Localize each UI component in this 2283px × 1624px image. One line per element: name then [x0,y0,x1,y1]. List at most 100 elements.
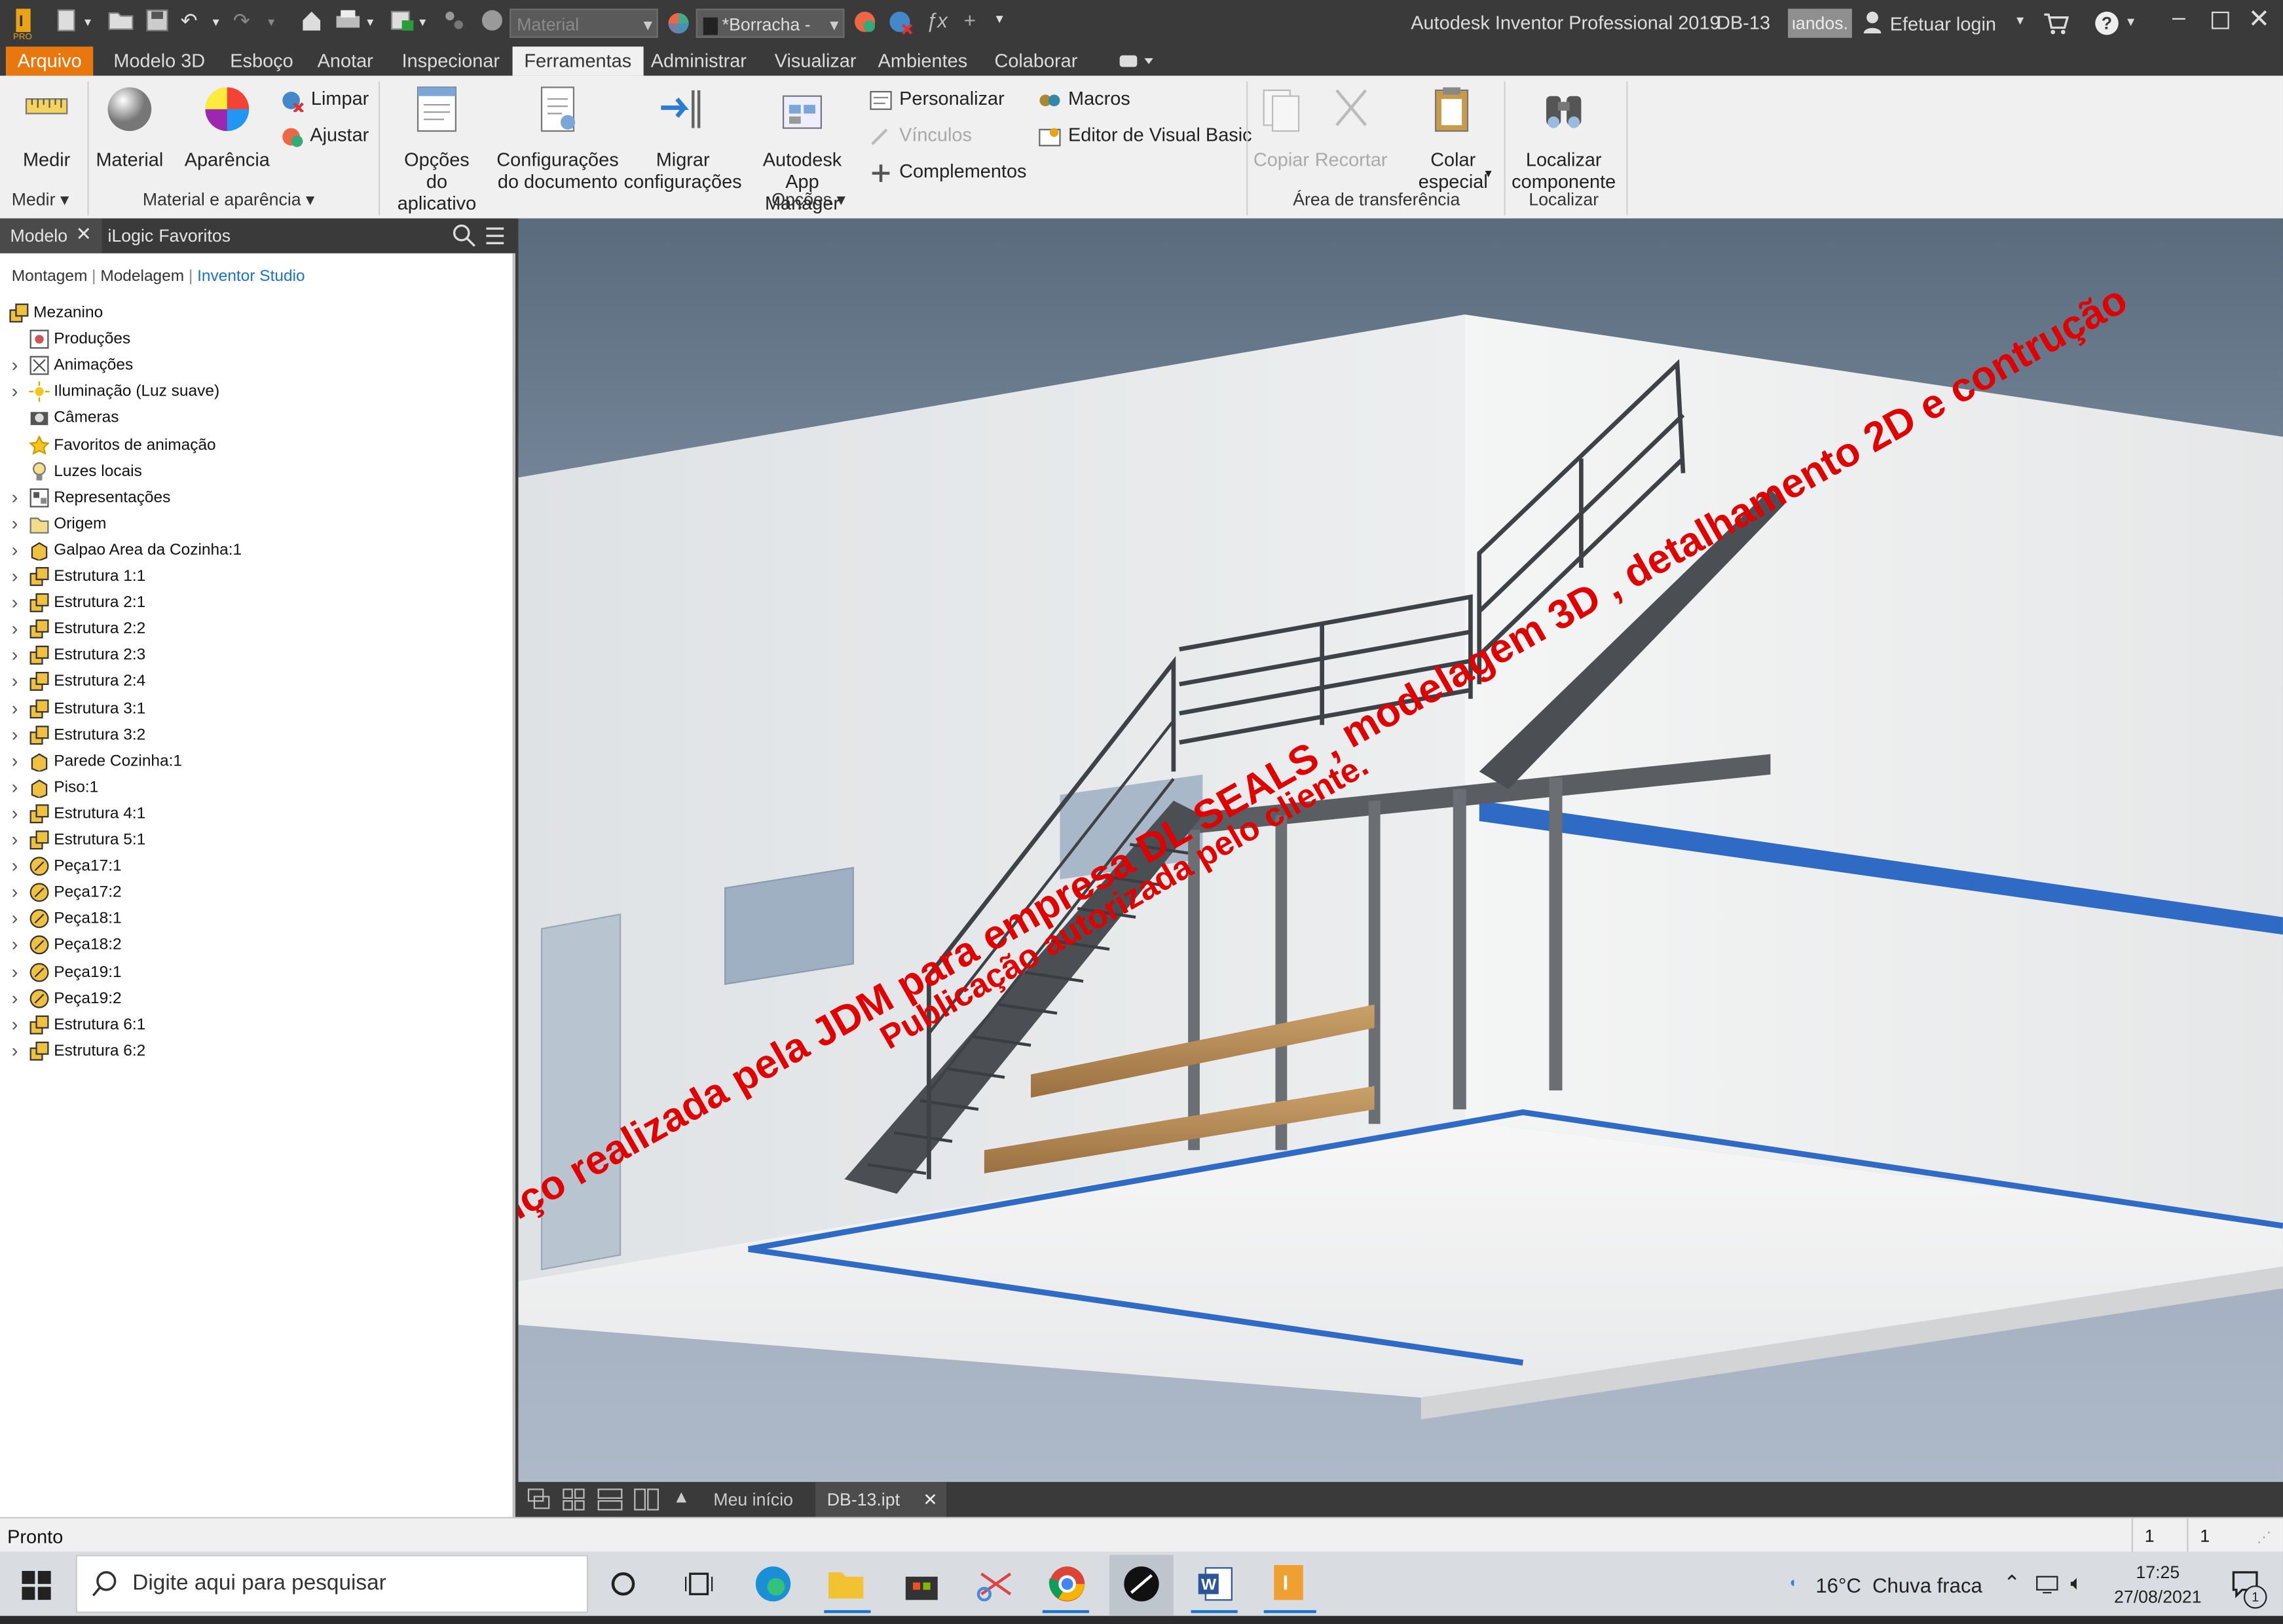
maximize-icon[interactable] [2212,11,2229,29]
browser-node[interactable]: › Estrutura 2:4 [0,669,495,695]
browser-node[interactable]: › Parede Cozinha:1 [0,748,495,774]
browser-node[interactable]: › Peça17:1 [0,853,495,879]
filter-modelagem[interactable]: Modelagem [100,268,184,286]
tile-icon[interactable] [562,1488,585,1519]
browser-node[interactable]: › Estrutura 6:1 [0,1011,495,1037]
windows-start-icon[interactable] [22,1570,51,1608]
expand-arrow-icon[interactable]: › [12,959,18,985]
expand-arrow-icon[interactable]: › [12,774,18,800]
tab-inspecionar[interactable]: Inspecionar [390,46,511,75]
browser-node[interactable]: › Animações [0,352,495,378]
browser-node[interactable]: › Peça18:2 [0,932,495,959]
file-explorer-icon[interactable] [827,1566,865,1608]
expand-arrow-icon[interactable]: › [12,695,18,722]
browser-node[interactable]: › Estrutura 2:1 [0,590,495,616]
help-icon[interactable]: ? [2095,11,2119,35]
browser-node[interactable]: Câmeras [0,405,495,432]
volume-icon[interactable]: 🔈︎ [2070,1571,2083,1596]
chevron-down-icon[interactable]: ▾ [367,14,373,30]
task-view-icon[interactable] [684,1571,713,1604]
clock-time[interactable]: 17:25 [2114,1562,2201,1582]
browser-node[interactable]: › Piso:1 [0,774,495,800]
close-icon[interactable]: ✕ [923,1482,937,1517]
close-icon[interactable]: ✕ [2248,5,2271,35]
links-button[interactable]: Vínculos [868,121,972,150]
cut-button[interactable]: Recortar [1313,84,1389,170]
browser-node[interactable]: Mezanino [0,300,495,326]
cart-icon[interactable] [2043,12,2070,39]
expand-arrow-icon[interactable]: › [12,722,18,748]
tab-administrar[interactable]: Administrar [639,46,758,75]
vector-app-icon[interactable] [1121,1565,1162,1610]
store-icon[interactable] [902,1565,940,1610]
search-help-input[interactable]: ιandos. [1788,9,1852,38]
browser-node[interactable]: › Peça19:1 [0,959,495,985]
cortana-icon[interactable] [611,1572,635,1596]
expand-arrow-icon[interactable]: › [12,537,18,563]
copy-button[interactable]: Copiar [1252,84,1310,170]
plus-icon[interactable]: + [964,9,976,32]
measure-group-label[interactable]: Medir ▾ [12,189,69,210]
paste-special-button[interactable]: Colar especial ▾ [1413,84,1494,192]
adjust-appearance-icon[interactable] [853,10,880,41]
macros-button[interactable]: Macros [1037,84,1130,113]
expand-arrow-icon[interactable]: › [12,485,18,511]
weather-text[interactable]: Chuva fraca [1872,1574,1982,1597]
tab-ambientes[interactable]: Ambientes [866,46,979,75]
chrome-icon[interactable] [1049,1565,1086,1610]
function-icon[interactable]: ƒx [926,9,948,32]
application-options-button[interactable]: Opções do aplicativo [384,84,489,214]
cascade-icon[interactable] [527,1488,551,1519]
weather-icon[interactable]: ◖ [1788,1576,1796,1591]
tile-horizontal-icon[interactable] [597,1488,623,1519]
hamburger-menu-icon[interactable] [485,226,505,251]
material-group-label[interactable]: Material e aparência ▾ [143,189,315,210]
chevron-down-icon[interactable]: ▾ [268,14,274,30]
chevron-down-icon[interactable]: ▾ [2016,13,2024,29]
expand-arrow-icon[interactable]: › [12,379,18,405]
graphics-viewport[interactable]: Prestação de Serviço realizada pela JDM … [518,218,2283,1483]
expand-arrow-icon[interactable]: › [12,906,18,932]
expand-arrow-icon[interactable]: › [12,642,18,669]
taskbar-search-input[interactable]: Digite aqui para pesquisar [75,1555,589,1614]
select-icon[interactable] [390,9,417,36]
minimize-icon[interactable]: – [2172,6,2185,32]
tab-arquivo[interactable]: Arquivo [5,46,94,76]
browser-node[interactable]: › Iluminação (Luz suave) [0,379,495,405]
browser-node[interactable]: › Estrutura 3:2 [0,722,495,748]
globe-icon[interactable] [481,9,504,36]
chevron-down-icon[interactable]: ▾ [419,14,426,30]
temperature[interactable]: 16°C [1815,1574,1861,1597]
browser-node[interactable]: › Galpao Area da Cozinha:1 [0,537,495,563]
expand-arrow-icon[interactable]: › [12,352,18,378]
browser-node[interactable]: › Estrutura 3:1 [0,695,495,722]
browser-node[interactable]: › Estrutura 6:2 [0,1038,495,1064]
resize-grip-icon[interactable]: ⋰ [2257,1530,2271,1546]
expand-arrow-icon[interactable]: › [12,616,18,642]
addins-button[interactable]: Complementos [868,157,1026,186]
login-link[interactable]: Efetuar login [1890,13,1996,35]
expand-arrow-icon[interactable]: › [12,1038,18,1064]
appearance-dropdown[interactable]: *Borracha - ▾ [696,9,845,38]
inventor-app-icon[interactable]: I [1270,1564,1308,1612]
browser-node[interactable]: › Peça17:2 [0,879,495,906]
expand-arrow-icon[interactable]: › [12,879,18,906]
chevron-down-icon[interactable]: ▾ [84,14,91,30]
vba-editor-button[interactable]: Editor de Visual Basic [1037,121,1252,150]
material-button[interactable]: Material [90,84,169,170]
browser-node[interactable]: › Estrutura 4:1 [0,801,495,827]
new-file-icon[interactable] [55,9,79,36]
expand-arrow-icon[interactable]: › [12,853,18,879]
filter-montagem[interactable]: Montagem [12,268,88,286]
panel-options-icon[interactable] [1118,52,1156,74]
clear-button[interactable]: Limpar [280,84,369,113]
material-dropdown[interactable]: Material ▾ [510,9,658,38]
undo-icon[interactable]: ↶ [181,9,198,33]
inventor-logo-icon[interactable]: I PRO [12,6,35,45]
adjust-button[interactable]: Ajustar [280,121,369,150]
expand-arrow-icon[interactable]: › [12,985,18,1011]
tab-modelo[interactable]: Modelo ✕ [0,218,102,253]
expand-arrow-icon[interactable]: › [12,669,18,695]
user-icon[interactable] [1862,10,1882,38]
document-settings-button[interactable]: Configurações do documento [495,84,620,192]
